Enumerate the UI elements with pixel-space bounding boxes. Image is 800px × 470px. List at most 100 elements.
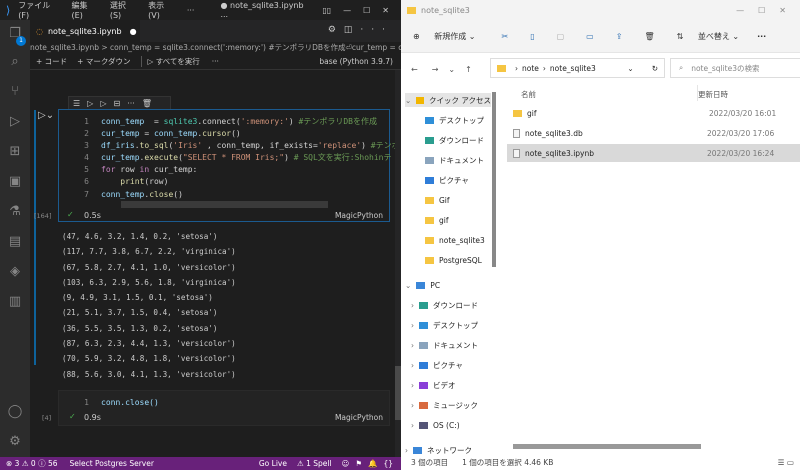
share-icon[interactable]: ⇪ — [616, 32, 623, 41]
menu-more[interactable]: ··· — [187, 6, 195, 15]
path-segment[interactable]: note_sqlite3 — [550, 64, 596, 73]
menu-file[interactable]: ファイル(F) — [18, 0, 59, 20]
maximize-button[interactable]: ☐ — [363, 6, 370, 15]
layout-icon[interactable]: ▯▯ — [322, 6, 331, 15]
tab-note-sqlite3[interactable]: ◌ note_sqlite3.ipynb ● — [30, 20, 140, 42]
column-modified-header[interactable]: 更新日時 — [698, 89, 728, 100]
database-icon[interactable]: ▤ — [7, 234, 23, 250]
path-segment[interactable]: note — [522, 64, 539, 73]
nav-item[interactable]: › ミュージック — [411, 398, 478, 412]
cell-language[interactable]: MagicPython — [335, 413, 383, 422]
menu-edit[interactable]: 編集(E) — [72, 0, 98, 20]
add-markdown-button[interactable]: + マークダウン — [77, 56, 130, 67]
run-below-icon[interactable]: ▷ — [100, 99, 106, 108]
close-button[interactable]: ✕ — [779, 6, 786, 15]
account-icon[interactable]: ◯ — [7, 404, 23, 420]
minimize-button[interactable]: — — [736, 6, 744, 15]
run-all-button[interactable]: ▷ すべてを実行 — [140, 56, 200, 67]
new-button[interactable]: ⊕ 新規作成 ⌄ — [413, 31, 476, 42]
nav-item[interactable]: PostgreSQL — [425, 253, 482, 267]
file-row[interactable]: note_sqlite3.db 2022/03/20 17:06 — [507, 124, 800, 142]
run-by-line-icon[interactable]: ☰ — [73, 99, 80, 108]
remote-icon[interactable]: ▣ — [7, 174, 23, 190]
chevron-icon[interactable]: ⌄ — [405, 281, 411, 290]
run-cell-button[interactable]: ▷⌄ — [38, 110, 54, 121]
feedback-icon[interactable]: ⚑ — [355, 459, 362, 468]
source-control-icon[interactable]: ⑂ — [7, 84, 23, 100]
split-cell-icon[interactable]: ⊟ — [113, 99, 120, 108]
nav-item[interactable]: › ビデオ — [411, 378, 456, 392]
delete-icon[interactable]: 🗑 — [142, 99, 152, 108]
horizontal-scrollbar[interactable] — [121, 201, 328, 208]
search-box[interactable]: ⌕ note_sqlite3の検索 — [670, 58, 800, 78]
forward-button[interactable]: → — [432, 65, 439, 74]
python-icon[interactable]: ◈ — [7, 264, 23, 280]
postgres-server-selector[interactable]: Select Postgres Server — [70, 459, 154, 468]
nav-item[interactable]: ドキュメント — [425, 153, 484, 167]
more-button[interactable]: ··· — [757, 32, 766, 41]
code-cell[interactable]: 1 conn_temp = sqlite3.connect(':memory:')… — [34, 109, 400, 222]
nav-item[interactable]: gif — [425, 213, 449, 227]
nav-item[interactable]: ダウンロード — [425, 133, 484, 147]
refresh-icon[interactable]: ↻ — [652, 64, 658, 73]
more-icon[interactable]: ··· — [127, 99, 135, 108]
paste-icon[interactable]: ▢ — [557, 32, 565, 41]
chevron-icon[interactable]: › — [411, 361, 414, 370]
breadcrumb[interactable]: note_sqlite3.ipynb > conn_temp = sqlite3… — [30, 42, 401, 54]
rename-icon[interactable]: ▭ — [586, 32, 594, 41]
editor-actions[interactable]: ⚙◫··· — [328, 25, 393, 35]
problems-indicator[interactable]: ⊗ 3 ⚠ 0 ⓘ 56 — [6, 458, 58, 469]
jupyter-icon[interactable]: ▥ — [7, 294, 23, 310]
nav-item[interactable]: › ドキュメント — [411, 338, 478, 352]
testing-icon[interactable]: ⚗ — [7, 204, 23, 220]
back-button[interactable]: ← — [411, 65, 418, 74]
column-name-header[interactable]: 名前 — [521, 89, 536, 100]
horizontal-scrollbar[interactable] — [513, 444, 701, 449]
nav-item[interactable]: note_sqlite3 — [425, 233, 485, 247]
nav-pane-scrollbar[interactable] — [492, 92, 496, 267]
sort-button[interactable]: ⇅ 並べ替え ⌄ — [677, 31, 740, 42]
nav-item[interactable]: デスクトップ — [425, 113, 484, 127]
menu-select[interactable]: 選択(S) — [110, 0, 136, 20]
chevron-icon[interactable]: ⌄ — [405, 96, 411, 105]
run-above-icon[interactable]: ▷ — [87, 99, 93, 108]
braces-icon[interactable]: {} — [383, 459, 393, 468]
menu-view[interactable]: 表示(V) — [148, 0, 175, 20]
delete-icon[interactable]: 🗑 — [644, 32, 654, 41]
notifications-icon[interactable]: 🔔 — [368, 459, 377, 468]
copy-icon[interactable]: ▯ — [530, 32, 534, 41]
toolbar-more-button[interactable]: ··· — [212, 57, 219, 66]
kernel-selector[interactable]: base (Python 3.9.7) — [319, 57, 393, 66]
nav-item[interactable]: › ダウンロード — [411, 298, 478, 312]
chevron-icon[interactable]: › — [411, 301, 414, 310]
chevron-icon[interactable]: › — [411, 421, 414, 430]
extensions-icon[interactable]: ⊞ — [7, 144, 23, 160]
up-button[interactable]: ↑ — [465, 65, 472, 74]
copilot-icon[interactable]: ☺ — [342, 459, 350, 468]
chevron-icon[interactable]: › — [411, 381, 414, 390]
nav-item[interactable]: › デスクトップ — [411, 318, 478, 332]
cut-icon[interactable]: ✂ — [502, 32, 509, 41]
go-live-button[interactable]: Go Live — [259, 459, 287, 468]
file-row[interactable]: gif 2022/03/20 16:01 — [507, 104, 800, 122]
unsaved-dot-icon[interactable]: ● — [130, 27, 137, 36]
chevron-icon[interactable]: › — [411, 321, 414, 330]
cell-language[interactable]: MagicPython — [335, 211, 383, 220]
code-cell[interactable]: 1 conn.close() [4] ✓ 0.9s MagicPython — [42, 390, 390, 426]
code-editor[interactable]: 1 conn.close() — [71, 397, 159, 409]
search-icon[interactable]: ⌕ — [7, 54, 23, 70]
chevron-icon[interactable]: › — [411, 341, 414, 350]
nav-item[interactable]: Gif — [425, 193, 450, 207]
close-button[interactable]: ✕ — [382, 6, 389, 15]
nav-item[interactable]: › ピクチャ — [411, 358, 463, 372]
spell-indicator[interactable]: ⚠ 1 Spell — [297, 459, 332, 468]
nav-item[interactable]: › OS (C:) — [411, 418, 460, 432]
address-dropdown-icon[interactable]: ⌄ — [627, 64, 633, 73]
code-editor[interactable]: 1 conn_temp = sqlite3.connect(':memory:')… — [71, 116, 399, 201]
minimize-button[interactable]: — — [343, 6, 351, 15]
chevron-icon[interactable]: › — [411, 401, 414, 410]
nav-item[interactable]: ピクチャ — [425, 173, 469, 187]
file-row[interactable]: note_sqlite3.ipynb 2022/03/20 16:24 — [507, 144, 800, 162]
chevron-icon[interactable]: › — [405, 446, 408, 455]
recent-dropdown[interactable]: ⌄ — [448, 65, 455, 74]
